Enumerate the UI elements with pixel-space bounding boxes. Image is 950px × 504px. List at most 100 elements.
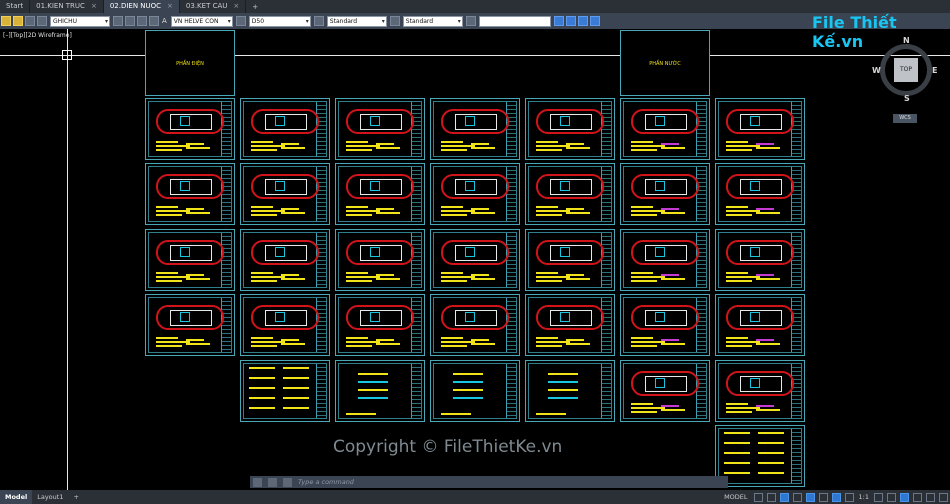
compass-east[interactable]: E — [932, 66, 937, 75]
plan-walls — [170, 179, 212, 195]
floor-plan — [251, 240, 319, 265]
image-icon[interactable] — [577, 16, 588, 26]
legend-line — [441, 206, 463, 208]
legend-line — [283, 397, 309, 399]
tab-layout1[interactable]: Layout1 — [32, 490, 68, 504]
title-block — [791, 233, 801, 287]
layer-dropdown[interactable]: GHICHU ▾ — [50, 15, 110, 27]
close-icon[interactable]: × — [91, 2, 97, 10]
legend-line — [631, 407, 665, 409]
compass-west[interactable]: W — [872, 66, 881, 75]
annotation-icon[interactable] — [844, 492, 854, 502]
snap-icon[interactable] — [766, 492, 776, 502]
layer-states-icon[interactable] — [125, 16, 135, 26]
osnap-icon[interactable] — [805, 492, 815, 502]
tab-ket-cau[interactable]: 03.KET CAU × — [180, 0, 247, 13]
viewport-label[interactable]: [–][Top][2D Wireframe] — [3, 32, 72, 39]
make-current-icon[interactable] — [137, 16, 147, 26]
polar-icon[interactable] — [792, 492, 802, 502]
legend-line — [566, 278, 590, 280]
wrench-icon[interactable] — [268, 477, 277, 487]
customize-menu-icon[interactable] — [939, 492, 948, 502]
annotation-scale[interactable]: 1:1 — [859, 493, 869, 501]
new-tab-plus-icon[interactable]: + — [246, 3, 264, 11]
close-icon[interactable]: × — [233, 2, 239, 10]
save-view-icon[interactable] — [565, 16, 576, 26]
plan-fixture — [275, 312, 285, 322]
text-style-dropdown[interactable]: VN HELVE CON ▾ — [170, 15, 233, 27]
layer-properties-icon[interactable] — [113, 16, 123, 26]
title-block — [316, 364, 326, 418]
tab-dien-nuoc[interactable]: 02.DIEN NUOC × — [103, 0, 180, 13]
lineweight-icon[interactable] — [831, 492, 841, 502]
floor-plan — [726, 305, 794, 330]
clean-screen-icon[interactable] — [926, 492, 935, 502]
otrack-icon[interactable] — [818, 492, 828, 502]
tool-palette-icon[interactable] — [465, 16, 476, 26]
legend-line — [536, 345, 562, 347]
legend-line — [186, 147, 210, 149]
multileader-style-icon[interactable] — [389, 16, 400, 26]
viewcube-top-face[interactable]: TOP — [894, 58, 918, 82]
legend-line — [376, 212, 400, 214]
table-style-icon[interactable] — [313, 16, 324, 26]
model-space-toggle[interactable]: MODEL — [724, 493, 747, 501]
viewcube[interactable]: TOP N S E W — [872, 36, 942, 106]
legend-line — [631, 345, 657, 347]
plan-walls — [360, 179, 402, 195]
sun-icon[interactable] — [13, 16, 23, 26]
drawing-sheet — [620, 360, 710, 422]
wcs-menu[interactable]: WCS — [893, 114, 917, 123]
cover-sheet-electrical: PHẦN ĐIỆN — [145, 30, 235, 96]
grid-icon[interactable] — [753, 492, 763, 502]
gear-icon[interactable] — [874, 492, 883, 502]
legend-line — [441, 141, 463, 143]
plus-icon[interactable] — [887, 492, 896, 502]
command-input[interactable]: Type a command — [298, 478, 354, 486]
tab-kien-truc[interactable]: 01.KIEN TRUC × — [30, 0, 104, 13]
title-block — [316, 233, 326, 287]
legend-line — [283, 377, 309, 379]
isolate-icon[interactable] — [900, 492, 909, 502]
compass-south[interactable]: S — [904, 94, 910, 103]
legend-line — [156, 214, 182, 216]
legend-line — [756, 143, 774, 145]
table-style-dropdown[interactable]: Standard ▾ — [326, 15, 387, 27]
drawing-sheet — [525, 98, 615, 160]
view-icon[interactable] — [553, 16, 564, 26]
close-icon[interactable] — [253, 477, 262, 487]
legend-line — [376, 278, 400, 280]
command-history-icon[interactable] — [283, 477, 292, 487]
plan-walls — [645, 114, 687, 130]
plan-walls — [740, 376, 782, 392]
plan-fixture — [180, 116, 190, 126]
dim-style-dropdown[interactable]: D50 ▾ — [248, 15, 311, 27]
riser-line — [358, 397, 388, 399]
search-input[interactable] — [478, 15, 551, 27]
close-icon[interactable]: × — [167, 2, 173, 10]
legend-line — [756, 208, 774, 210]
add-layout-plus-icon[interactable]: + — [68, 490, 83, 504]
multileader-style-dropdown[interactable]: Standard ▾ — [402, 15, 463, 27]
floor-plan — [631, 305, 699, 330]
drawing-sheet — [715, 360, 805, 422]
tab-start[interactable]: Start — [0, 0, 31, 13]
hardware-acceleration-icon[interactable] — [913, 492, 922, 502]
plan-fixture — [750, 181, 760, 191]
sheet-border — [718, 428, 802, 484]
compass-north[interactable]: N — [903, 36, 910, 45]
drawing-sheet — [240, 360, 330, 422]
ortho-icon[interactable] — [779, 492, 789, 502]
match-layer-icon[interactable] — [149, 16, 159, 26]
tab-model[interactable]: Model — [0, 490, 33, 504]
close-window-icon[interactable] — [589, 16, 600, 26]
lightbulb-icon[interactable] — [1, 16, 11, 26]
plan-walls — [265, 114, 307, 130]
lock-icon[interactable] — [25, 16, 35, 26]
riser-line — [453, 389, 483, 391]
legend-line — [251, 214, 277, 216]
color-swatch-icon[interactable] — [37, 16, 47, 26]
dimension-style-icon[interactable] — [235, 16, 246, 26]
drawing-canvas[interactable]: [–][Top][2D Wireframe] PHẦN ĐIỆN PHẦN NƯ… — [0, 29, 950, 490]
legend-line — [661, 343, 685, 345]
